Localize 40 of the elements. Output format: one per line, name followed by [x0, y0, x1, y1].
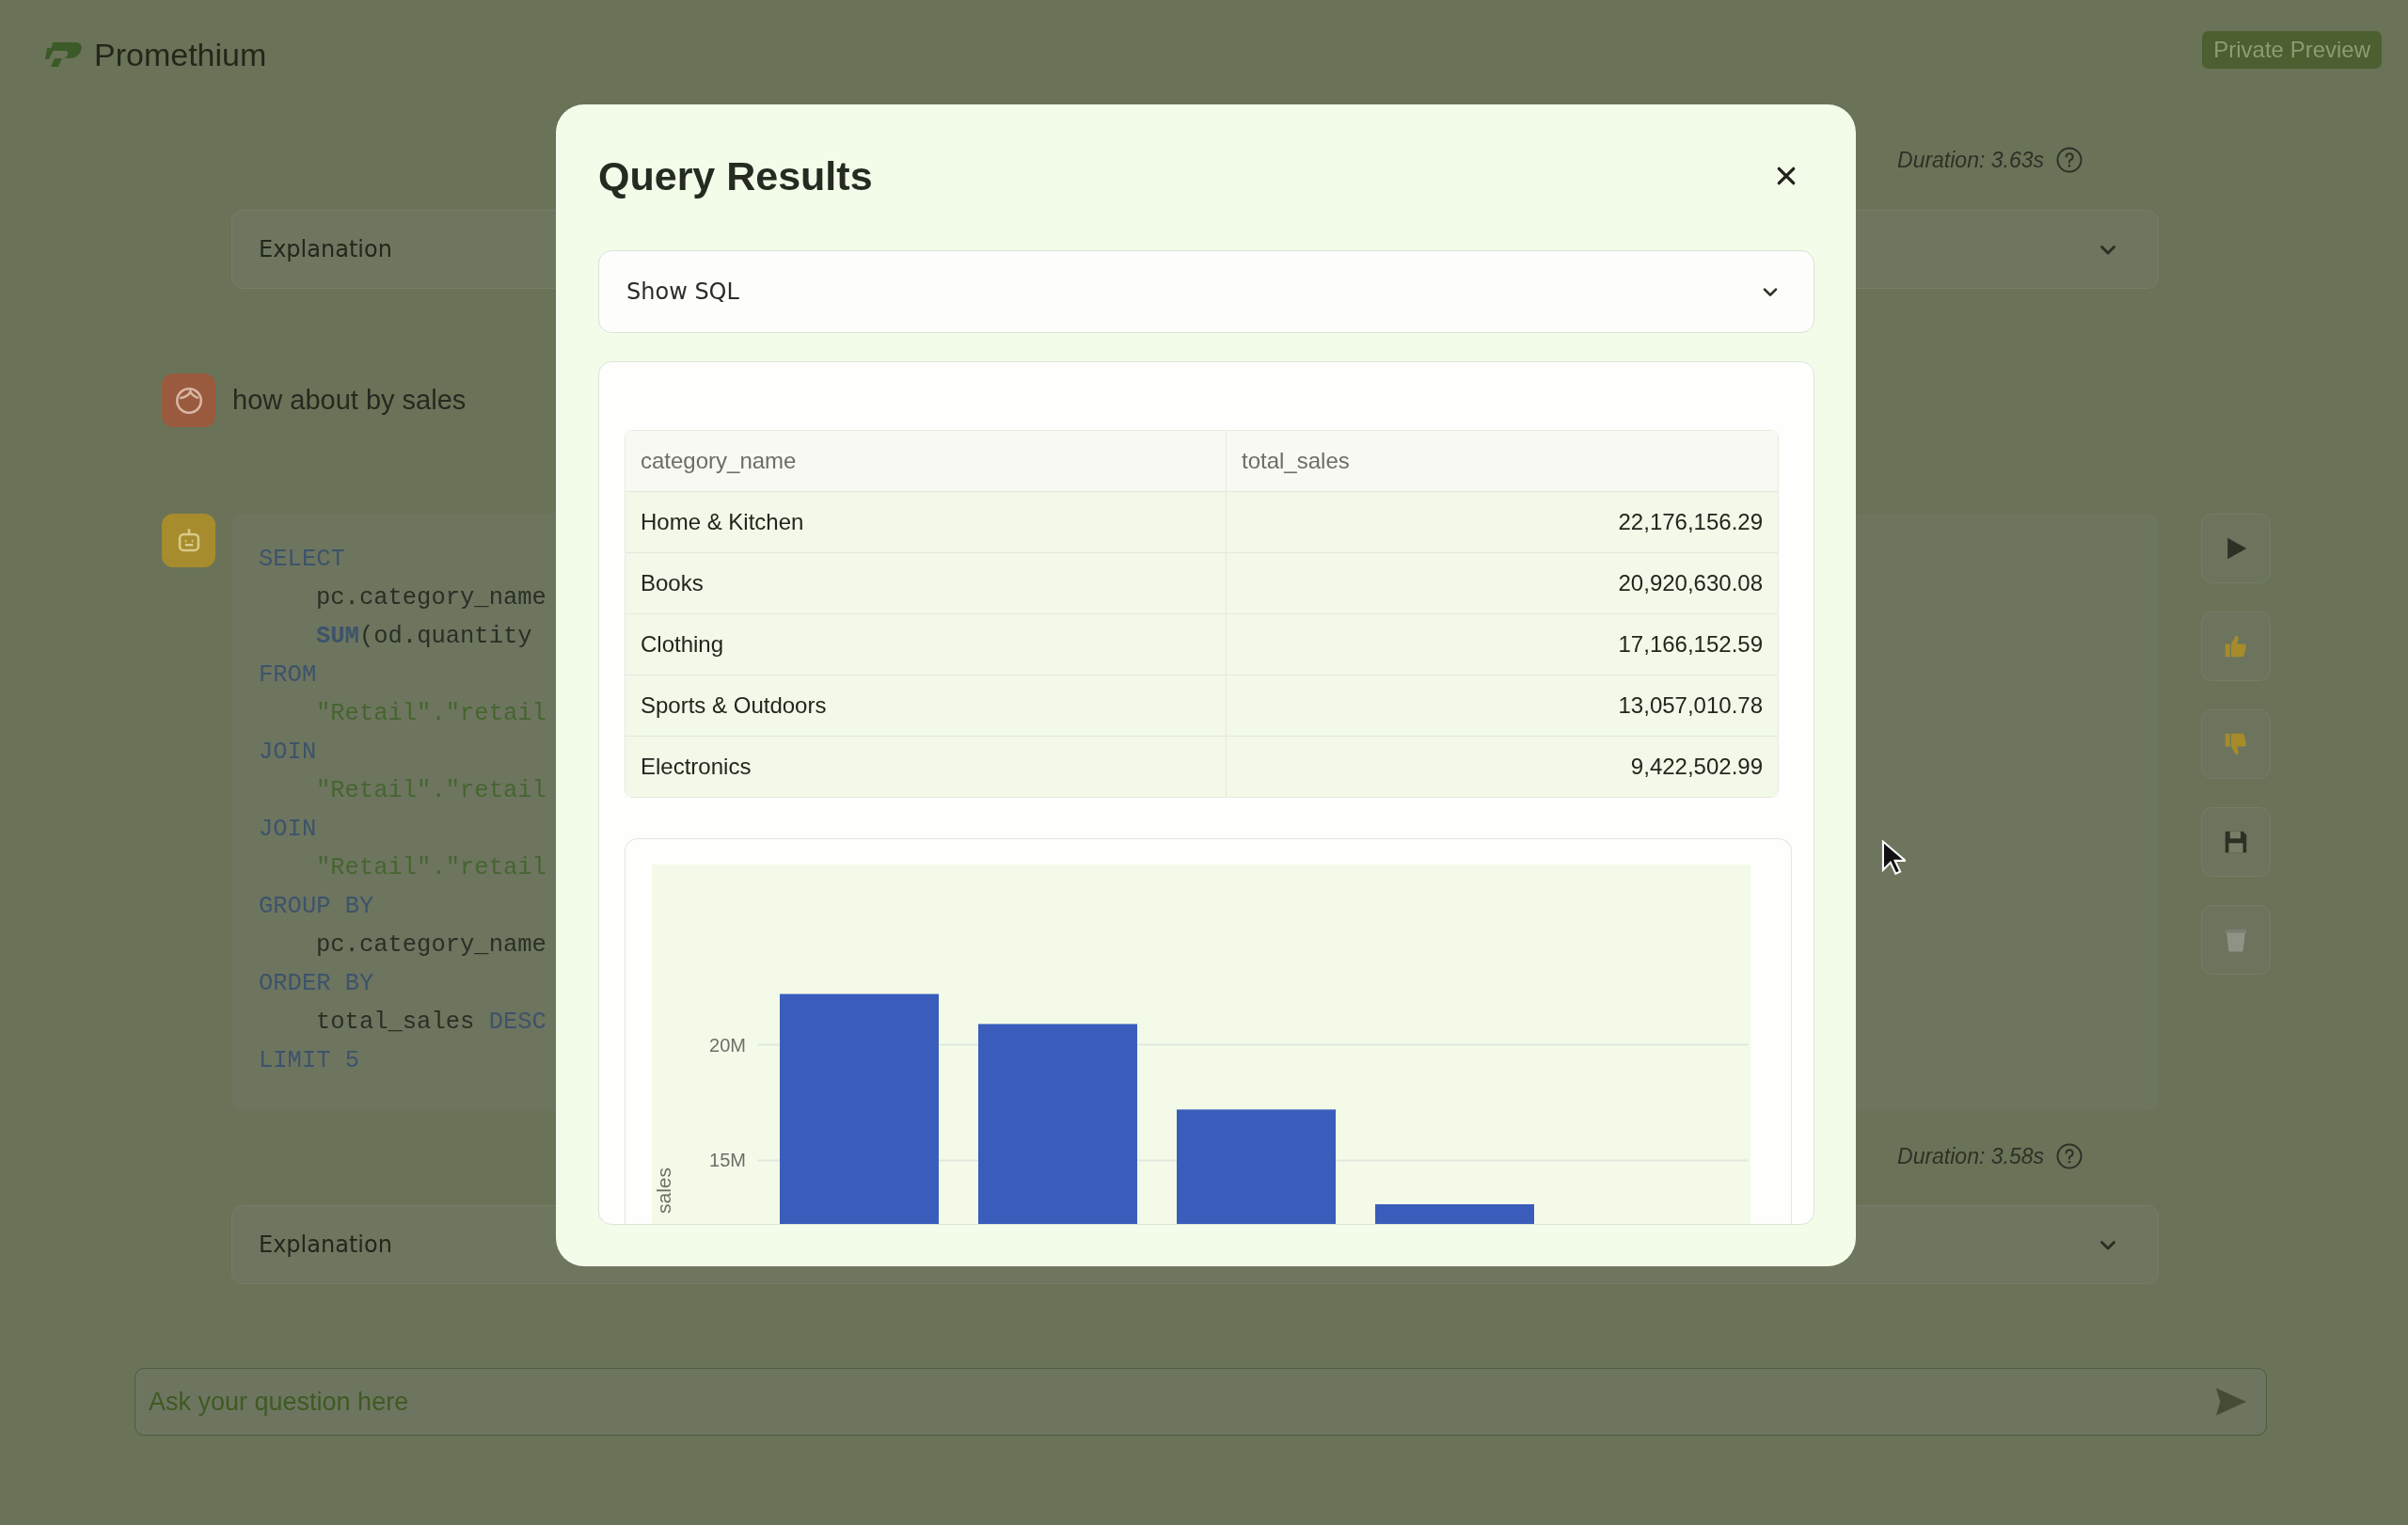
- y-tick-label: 15M: [709, 1150, 746, 1171]
- table-cell: Clothing: [626, 614, 1227, 675]
- help-icon[interactable]: [2055, 1142, 2083, 1170]
- table-cell: 13,057,010.78: [1227, 675, 1778, 737]
- question-input[interactable]: Ask your question here: [135, 1368, 2267, 1436]
- action-button[interactable]: [2201, 612, 2271, 681]
- send-icon[interactable]: [2214, 1387, 2248, 1417]
- table-cell: Books: [626, 553, 1227, 614]
- action-button[interactable]: [2201, 709, 2271, 779]
- explanation-label: Explanation: [259, 236, 392, 262]
- table-cell: 20,920,630.08: [1227, 553, 1778, 614]
- show-sql-toggle[interactable]: Show SQL: [598, 250, 1814, 333]
- code-line: pc.category_name: [315, 930, 547, 961]
- action-button[interactable]: [2201, 514, 2271, 583]
- column-header: total_sales: [1227, 431, 1778, 492]
- dialog-title: Query Results: [598, 152, 873, 199]
- logo-icon: [45, 40, 83, 69]
- duration-text: Duration: 3.63s: [1897, 147, 2044, 173]
- y-tick-label: 20M: [709, 1034, 746, 1056]
- action-button[interactable]: [2201, 807, 2271, 877]
- user-message: how about by sales: [232, 385, 467, 416]
- duration-text: Duration: 3.58s: [1897, 1143, 2044, 1169]
- table-cell: 22,176,156.29: [1227, 492, 1778, 553]
- user-avatar: [162, 373, 215, 427]
- table-cell: Electronics: [626, 737, 1227, 797]
- action-button[interactable]: [2201, 905, 2271, 975]
- explanation-label: Explanation: [259, 1231, 392, 1258]
- mouse-cursor-icon: [1881, 840, 1906, 876]
- table-cell: Sports & Outdoors: [626, 675, 1227, 737]
- logo-text: Promethium: [94, 36, 267, 73]
- table-cell: 17,166,152.59: [1227, 614, 1778, 675]
- y-axis-label: sales: [653, 1167, 674, 1214]
- help-icon[interactable]: [2055, 146, 2083, 174]
- close-icon: [1776, 166, 1797, 186]
- table-cell: Home & Kitchen: [626, 492, 1227, 553]
- table-cell: 9,422,502.99: [1227, 737, 1778, 797]
- bot-avatar: [162, 514, 215, 567]
- preview-badge: Private Preview: [2202, 31, 2382, 69]
- code-line: pc.category_name: [315, 583, 547, 613]
- column-header: category_name: [626, 431, 1227, 492]
